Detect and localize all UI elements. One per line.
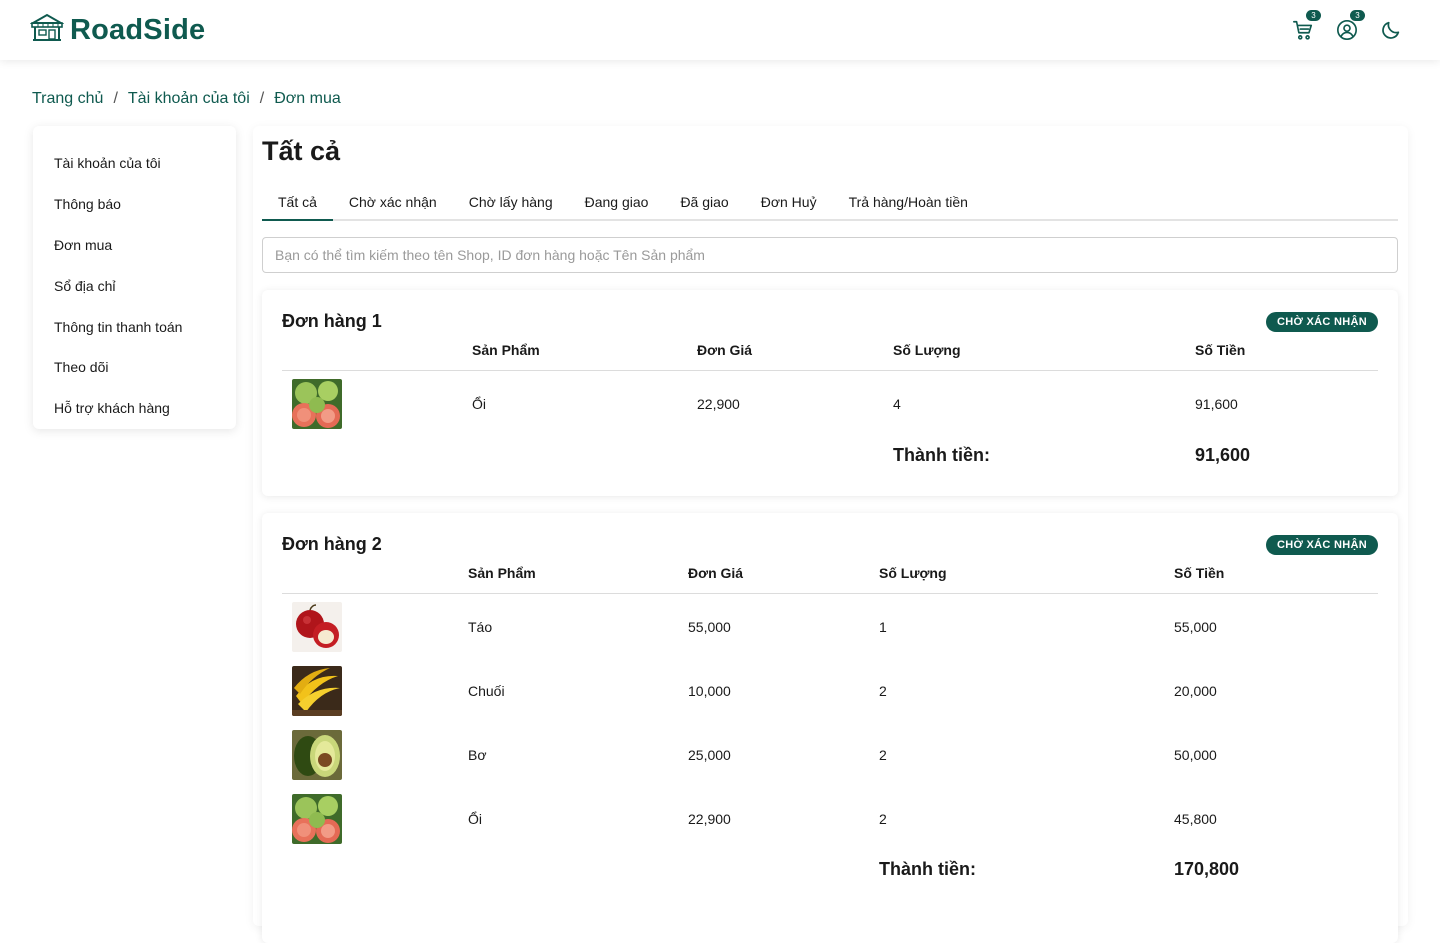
header-quantity: Số Lượng (893, 342, 961, 358)
avocado-image (292, 730, 342, 780)
order-total-label: Thành tiền: (879, 859, 976, 879)
product-name: Táo (468, 619, 493, 635)
table-row[interactable]: Ổi 22,900 4 91,600 (282, 379, 1378, 429)
brand[interactable]: RoadSide (29, 13, 206, 48)
line-amount: 55,000 (1174, 619, 1217, 635)
status-badge: CHỜ XÁC NHẬN (1266, 312, 1378, 332)
shop-logo-icon (29, 13, 65, 48)
line-amount: 45,800 (1174, 811, 1217, 827)
breadcrumb-orders-link[interactable]: Đơn mua (274, 90, 341, 108)
cart-icon (1292, 19, 1314, 41)
order-title: Đơn hàng 1 (282, 311, 382, 331)
breadcrumb-home-link[interactable]: Trang chủ (32, 90, 103, 108)
tab-all[interactable]: Tất cả (262, 186, 333, 221)
table-row[interactable]: Ổi 22,900 2 45,800 (282, 794, 1378, 844)
header-amount: Số Tiền (1195, 342, 1246, 358)
sidebar-item-address-book[interactable]: Sổ địa chỉ (33, 265, 236, 306)
sidebar-item-support[interactable]: Hỗ trợ khách hàng (33, 388, 236, 429)
account-count-badge: 3 (1350, 10, 1365, 21)
page-title: Tất cả (262, 136, 341, 166)
order-status-tabs: Tất cả Chờ xác nhận Chờ lấy hàng Đang gi… (262, 186, 1398, 221)
breadcrumb-separator: / (259, 90, 265, 107)
apple-image (292, 602, 342, 652)
quantity: 1 (879, 619, 887, 635)
guava-image (292, 794, 342, 844)
product-name: Ổi (468, 811, 482, 827)
table-row[interactable]: Chuối 10,000 2 20,000 (282, 666, 1378, 716)
breadcrumb-account-link[interactable]: Tài khoản của tôi (128, 90, 250, 108)
tab-cancelled[interactable]: Đơn Huỷ (745, 186, 833, 221)
quantity: 2 (879, 683, 887, 699)
account-sidebar: Tài khoản của tôi Thông báo Đơn mua Sổ đ… (33, 126, 236, 429)
header-price: Đơn Giá (697, 342, 753, 358)
product-name: Chuối (468, 683, 505, 699)
order-total-value: 170,800 (1174, 859, 1240, 879)
cart-count-badge: 3 (1306, 10, 1321, 21)
sidebar-item-following[interactable]: Theo dõi (33, 347, 236, 388)
product-name: Bơ (468, 747, 487, 763)
product-name: Ổi (472, 396, 486, 412)
banana-image (292, 666, 342, 716)
status-badge: CHỜ XÁC NHẬN (1266, 535, 1378, 555)
user-circle-icon (1336, 19, 1358, 41)
quantity: 2 (879, 811, 887, 827)
sidebar-item-notifications[interactable]: Thông báo (33, 184, 236, 225)
header-amount: Số Tiền (1174, 565, 1225, 581)
breadcrumb: Trang chủ / Tài khoản của tôi / Đơn mua (32, 90, 341, 108)
header-product: Sản Phẩm (472, 342, 540, 358)
tab-delivered[interactable]: Đã giao (664, 186, 744, 221)
order-total-label: Thành tiền: (893, 445, 990, 465)
sidebar-item-payment-info[interactable]: Thông tin thanh toán (33, 306, 236, 347)
order-card: Đơn hàng 1 CHỜ XÁC NHẬN Sản Phẩm Đơn Giá… (262, 290, 1398, 496)
line-amount: 91,600 (1195, 396, 1238, 412)
cart-button[interactable]: 3 (1292, 10, 1321, 41)
top-header: RoadSide 3 3 (0, 0, 1440, 60)
unit-price: 10,000 (688, 683, 731, 699)
header-product: Sản Phẩm (468, 565, 536, 581)
sidebar-item-orders[interactable]: Đơn mua (33, 225, 236, 266)
orders-panel: Tất cả Tất cả Chờ xác nhận Chờ lấy hàng … (253, 126, 1408, 943)
order-total-value: 91,600 (1195, 445, 1251, 465)
quantity: 2 (879, 747, 887, 763)
order-title: Đơn hàng 2 (282, 534, 382, 554)
order-table-header: Sản Phẩm Đơn Giá Số Lượng Số Tiền (282, 342, 1378, 371)
tab-awaiting-pickup[interactable]: Chờ lấy hàng (453, 186, 569, 221)
guava-image (292, 379, 342, 429)
moon-icon (1380, 19, 1402, 41)
line-amount: 50,000 (1174, 747, 1217, 763)
unit-price: 22,900 (697, 396, 740, 412)
sidebar-item-my-account[interactable]: Tài khoản của tôi (33, 143, 236, 184)
table-row[interactable]: Bơ 25,000 2 50,000 (282, 730, 1378, 780)
unit-price: 25,000 (688, 747, 731, 763)
tab-returns-refunds[interactable]: Trả hàng/Hoàn tiền (833, 186, 984, 221)
dark-mode-toggle[interactable] (1380, 19, 1402, 41)
order-table-header: Sản Phẩm Đơn Giá Số Lượng Số Tiền (282, 565, 1378, 594)
header-quantity: Số Lượng (879, 565, 947, 581)
unit-price: 55,000 (688, 619, 731, 635)
unit-price: 22,900 (688, 811, 731, 827)
brand-name: RoadSide (70, 13, 206, 46)
tab-pending-confirmation[interactable]: Chờ xác nhận (333, 186, 453, 221)
quantity: 4 (893, 396, 901, 412)
header-actions: 3 3 (1292, 10, 1402, 41)
order-card: Đơn hàng 2 CHỜ XÁC NHẬN Sản Phẩm Đơn Giá… (262, 513, 1398, 943)
header-price: Đơn Giá (688, 565, 744, 581)
account-button[interactable]: 3 (1336, 10, 1365, 41)
line-amount: 20,000 (1174, 683, 1217, 699)
breadcrumb-separator: / (113, 90, 118, 107)
tab-shipping[interactable]: Đang giao (569, 186, 665, 221)
order-search-input[interactable] (262, 237, 1398, 273)
table-row[interactable]: Táo 55,000 1 55,000 (282, 602, 1378, 652)
